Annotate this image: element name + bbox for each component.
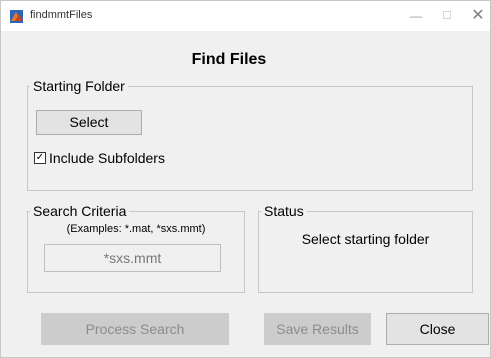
include-subfolders-label: Include Subfolders <box>49 150 165 166</box>
title-bar[interactable]: findmmtFiles — ☐ ✕ <box>1 1 490 31</box>
search-criteria-input[interactable]: *sxs.mmt <box>44 244 221 272</box>
page-title: Find Files <box>191 51 267 68</box>
matlab-icon <box>10 10 23 23</box>
search-criteria-legend: Search Criteria <box>33 203 127 219</box>
app-window: findmmtFiles — ☐ ✕ Find Files Starting F… <box>0 0 491 358</box>
include-subfolders-checkbox[interactable]: ✓ <box>34 152 46 164</box>
close-button[interactable]: Close <box>386 313 489 345</box>
minimize-icon[interactable]: — <box>405 5 427 27</box>
maximize-icon[interactable]: ☐ <box>436 5 458 27</box>
window-title: findmmtFiles <box>30 9 93 21</box>
status-message: Select starting folder <box>301 231 430 247</box>
close-window-icon[interactable]: ✕ <box>467 5 489 27</box>
starting-folder-legend: Starting Folder <box>33 78 125 94</box>
select-folder-button[interactable]: Select <box>36 110 142 135</box>
status-panel: Status <box>258 203 473 293</box>
include-subfolders-row[interactable]: ✓ Include Subfolders <box>34 150 165 166</box>
save-results-button[interactable]: Save Results <box>264 313 371 345</box>
status-legend: Status <box>264 203 304 219</box>
process-search-button[interactable]: Process Search <box>41 313 229 345</box>
search-examples-text: (Examples: *.mat, *sxs.mmt) <box>66 223 206 235</box>
